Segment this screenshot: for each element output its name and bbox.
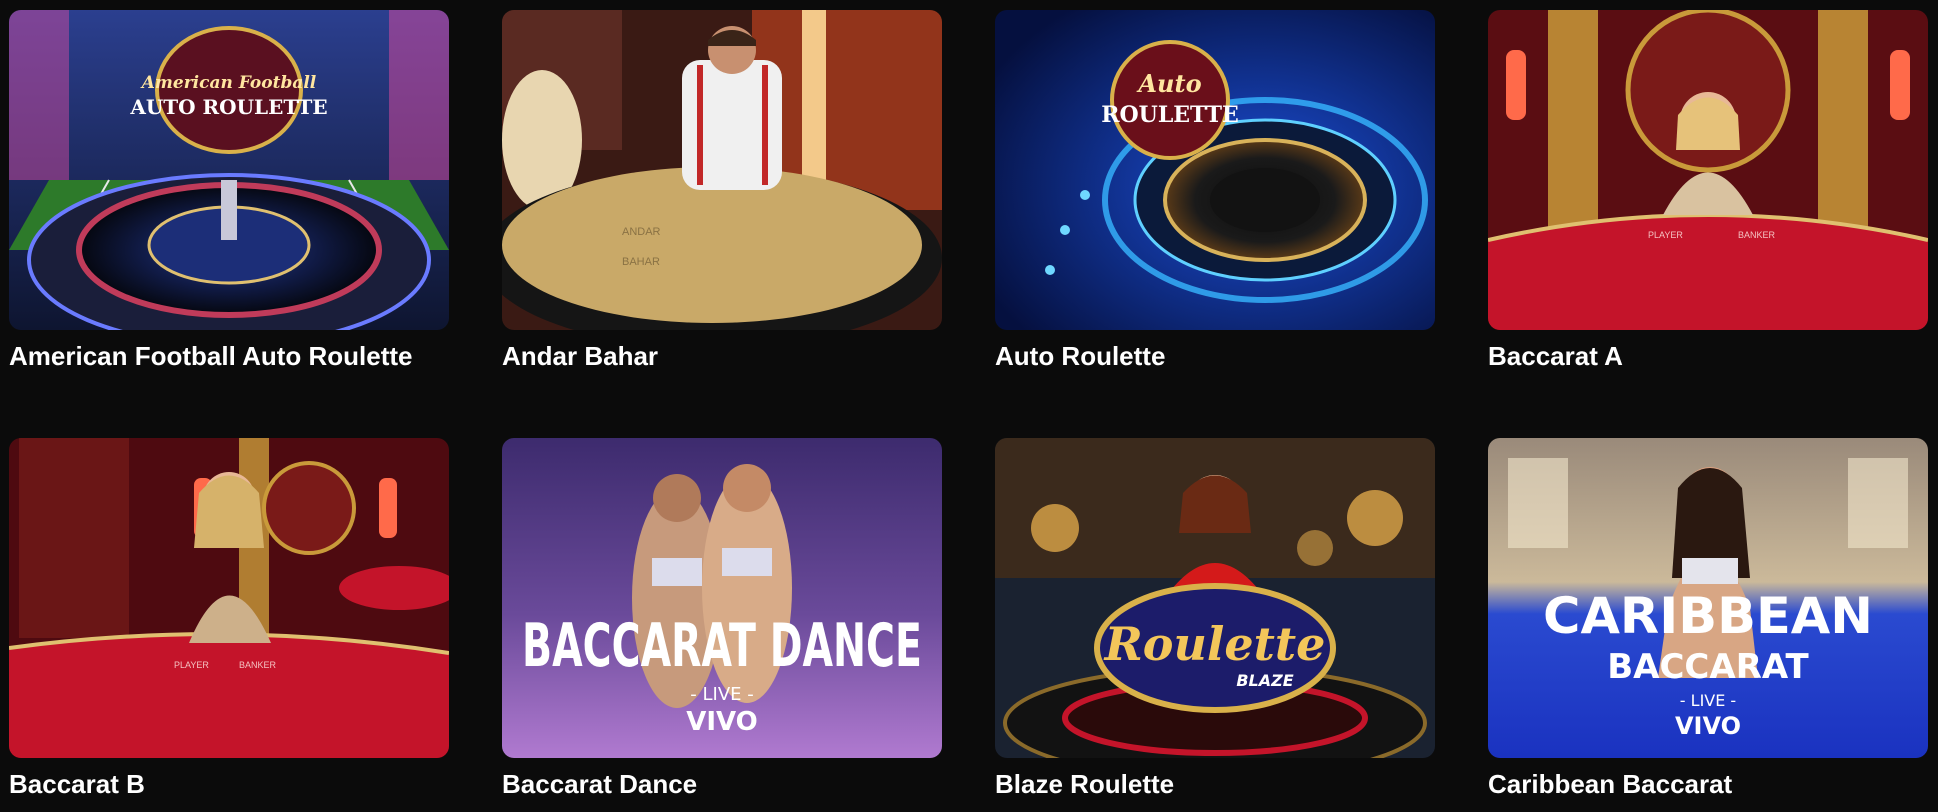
game-thumbnail[interactable]: Auto ROULETTE <box>995 10 1435 330</box>
game-title[interactable]: American Football Auto Roulette <box>9 340 449 372</box>
game-card-baccarat-a[interactable]: PLAYER BANKER Baccarat A <box>1488 10 1928 372</box>
game-title[interactable]: Baccarat B <box>9 768 449 800</box>
dealer-table-image: ANDAR BAHAR <box>502 10 942 330</box>
logo-text: - LIVE - <box>1680 691 1736 710</box>
game-card-caribbean-baccarat[interactable]: CARIBBEAN BACCARAT - LIVE - VIVO Caribbe… <box>1488 438 1928 800</box>
game-title[interactable]: Auto Roulette <box>995 340 1435 372</box>
logo-text: VIVO <box>1675 712 1741 740</box>
game-title[interactable]: Baccarat A <box>1488 340 1928 372</box>
logo-text: ROULETTE <box>1101 102 1239 128</box>
game-card-american-football-auto-roulette[interactable]: American Football AUTO ROULETTE American… <box>9 10 449 372</box>
game-thumbnail[interactable]: CARIBBEAN BACCARAT - LIVE - VIVO <box>1488 438 1928 758</box>
game-title[interactable]: Blaze Roulette <box>995 768 1435 800</box>
baccarat-dealer-image: PLAYER BANKER <box>1488 10 1928 330</box>
game-grid: American Football AUTO ROULETTE American… <box>0 0 1938 812</box>
logo-text: BACCARAT <box>1607 647 1809 687</box>
table-label: ANDAR <box>622 226 661 238</box>
logo-text: CARIBBEAN <box>1543 587 1873 645</box>
game-card-blaze-roulette[interactable]: Roulette BLAZE Blaze Roulette <box>995 438 1435 800</box>
blaze-roulette-image: Roulette BLAZE <box>995 438 1435 758</box>
table-label: BAHAR <box>622 256 660 268</box>
table-label: BANKER <box>1738 230 1776 240</box>
caribbean-baccarat-image: CARIBBEAN BACCARAT - LIVE - VIVO <box>1488 438 1928 758</box>
game-thumbnail[interactable]: American Football AUTO ROULETTE <box>9 10 449 330</box>
table-label: PLAYER <box>1648 230 1683 240</box>
game-thumbnail[interactable]: ANDAR BAHAR <box>502 10 942 330</box>
roulette-stadium-image: American Football AUTO ROULETTE <box>9 10 449 330</box>
game-card-baccarat-b[interactable]: PLAYER BANKER Baccarat B <box>9 438 449 800</box>
baccarat-dealer-image: PLAYER BANKER <box>9 438 449 758</box>
logo-text: VIVO <box>686 707 758 737</box>
game-thumbnail[interactable]: BACCARAT DANCE - LIVE - VIVO <box>502 438 942 758</box>
auto-roulette-image: Auto ROULETTE <box>995 10 1435 330</box>
game-thumbnail[interactable]: Roulette BLAZE <box>995 438 1435 758</box>
game-thumbnail[interactable]: PLAYER BANKER <box>1488 10 1928 330</box>
game-title[interactable]: Andar Bahar <box>502 340 942 372</box>
game-card-baccarat-dance[interactable]: BACCARAT DANCE - LIVE - VIVO Baccarat Da… <box>502 438 942 800</box>
game-card-auto-roulette[interactable]: Auto ROULETTE Auto Roulette <box>995 10 1435 372</box>
game-title[interactable]: Baccarat Dance <box>502 768 942 800</box>
game-card-andar-bahar[interactable]: ANDAR BAHAR Andar Bahar <box>502 10 942 372</box>
logo-text: BACCARAT DANCE <box>522 611 922 681</box>
logo-text: BLAZE <box>1236 671 1293 690</box>
table-label: BANKER <box>239 660 277 670</box>
game-thumbnail[interactable]: PLAYER BANKER <box>9 438 449 758</box>
logo-text: American Football <box>140 73 317 93</box>
table-label: PLAYER <box>174 660 209 670</box>
baccarat-dance-image: BACCARAT DANCE - LIVE - VIVO <box>502 438 942 758</box>
logo-text: Auto <box>1136 69 1201 98</box>
logo-text: - LIVE - <box>690 684 753 705</box>
logo-text: Roulette <box>1103 617 1326 671</box>
logo-text: AUTO ROULETTE <box>129 95 327 119</box>
game-title[interactable]: Caribbean Baccarat <box>1488 768 1928 800</box>
